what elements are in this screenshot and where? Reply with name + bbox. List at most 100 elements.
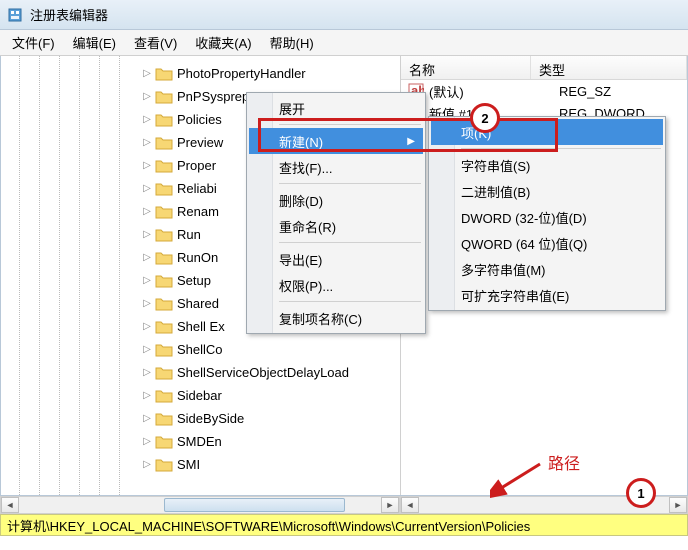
submenu-arrow-icon: ▶ [407, 136, 415, 147]
folder-icon [155, 89, 173, 105]
expander-icon[interactable]: ▷ [141, 206, 153, 218]
expander-icon[interactable]: ▷ [141, 459, 153, 471]
folder-icon [155, 135, 173, 151]
tree-item-label: ShellServiceObjectDelayLoad [177, 365, 349, 380]
tree-item-label: Preview [177, 135, 223, 150]
expander-icon[interactable]: ▷ [141, 183, 153, 195]
value-name: (默认) [429, 82, 559, 101]
folder-icon [155, 411, 173, 427]
ctx-new-dword[interactable]: DWORD (32-位)值(D) [431, 204, 663, 230]
menu-edit[interactable]: 编辑(E) [65, 30, 124, 55]
tree-item[interactable]: ▷ PhotoPropertyHandler [1, 62, 400, 85]
ctx-new[interactable]: 新建(N) ▶ [249, 128, 423, 154]
path-text: 计算机\HKEY_LOCAL_MACHINE\SOFTWARE\Microsof… [7, 516, 530, 535]
ctx-copyname[interactable]: 复制项名称(C) [249, 305, 423, 331]
expander-icon[interactable]: ▷ [141, 367, 153, 379]
expander-icon[interactable]: ▷ [141, 344, 153, 356]
tree-item[interactable]: ▷ SMI [1, 453, 400, 476]
annotation-arrow-icon [490, 458, 550, 498]
expander-icon[interactable]: ▷ [141, 91, 153, 103]
tree-item-label: Proper [177, 158, 216, 173]
ctx-new-label: 新建(N) [279, 132, 323, 151]
folder-icon [155, 457, 173, 473]
folder-icon [155, 204, 173, 220]
tree-hscrollbar[interactable]: ◄ ► [0, 496, 400, 514]
folder-icon [155, 66, 173, 82]
expander-icon[interactable]: ▷ [141, 68, 153, 80]
annotation-path-label: 路径 [548, 450, 580, 474]
folder-icon [155, 319, 173, 335]
menu-view[interactable]: 查看(V) [126, 30, 185, 55]
ctx-find[interactable]: 查找(F)... [249, 154, 423, 180]
expander-icon[interactable]: ▷ [141, 413, 153, 425]
context-menu: 展开 新建(N) ▶ 查找(F)... 删除(D) 重命名(R) 导出(E) 权… [246, 92, 426, 334]
folder-icon [155, 181, 173, 197]
ctx-new-expandstring[interactable]: 可扩充字符串值(E) [431, 282, 663, 308]
ctx-new-key[interactable]: 项(K) [431, 119, 663, 145]
expander-icon[interactable]: ▷ [141, 390, 153, 402]
folder-icon [155, 112, 173, 128]
folder-icon [155, 296, 173, 312]
ctx-permissions[interactable]: 权限(P)... [249, 272, 423, 298]
ctx-expand[interactable]: 展开 [249, 95, 423, 121]
expander-icon[interactable]: ▷ [141, 321, 153, 333]
list-header[interactable]: 名称 类型 [401, 56, 687, 80]
menu-favorites[interactable]: 收藏夹(A) [187, 30, 259, 55]
menubar: 文件(F) 编辑(E) 查看(V) 收藏夹(A) 帮助(H) [0, 30, 688, 56]
statusbar-path: 计算机\HKEY_LOCAL_MACHINE\SOFTWARE\Microsof… [0, 514, 688, 536]
tree-item-label: PhotoPropertyHandler [177, 66, 306, 81]
tree-item-label: Renam [177, 204, 219, 219]
annotation-marker-2: 2 [470, 103, 500, 133]
menu-help[interactable]: 帮助(H) [262, 30, 322, 55]
expander-icon[interactable]: ▷ [141, 275, 153, 287]
menu-file[interactable]: 文件(F) [4, 30, 63, 55]
tree-item-label: SMI [177, 457, 200, 472]
ctx-rename[interactable]: 重命名(R) [249, 213, 423, 239]
folder-icon [155, 273, 173, 289]
window-titlebar: 注册表编辑器 [0, 0, 688, 30]
expander-icon[interactable]: ▷ [141, 436, 153, 448]
tree-item[interactable]: ▷Sidebar [1, 384, 400, 407]
tree-item-label: Setup [177, 273, 211, 288]
tree-item-label: Policies [177, 112, 222, 127]
tree-item[interactable]: ▷ ShellServiceObjectDelayLoad [1, 361, 400, 384]
ctx-new-binary[interactable]: 二进制值(B) [431, 178, 663, 204]
folder-icon [155, 158, 173, 174]
ctx-export[interactable]: 导出(E) [249, 246, 423, 272]
expander-icon[interactable]: ▷ [141, 160, 153, 172]
tree-item-label: Shared [177, 296, 219, 311]
ctx-new-string[interactable]: 字符串值(S) [431, 152, 663, 178]
context-submenu-new: 项(K) 字符串值(S) 二进制值(B) DWORD (32-位)值(D) QW… [428, 116, 666, 311]
scroll-right-button[interactable]: ► [669, 497, 687, 513]
col-header-type[interactable]: 类型 [531, 56, 687, 79]
folder-icon [155, 365, 173, 381]
tree-item[interactable]: ▷ SideBySide [1, 407, 400, 430]
scroll-right-button[interactable]: ► [381, 497, 399, 513]
scroll-left-button[interactable]: ◄ [401, 497, 419, 513]
folder-icon [155, 388, 173, 404]
tree-item-label: SideBySide [177, 411, 244, 426]
tree-item-label: Shell Ex [177, 319, 225, 334]
scroll-thumb[interactable] [164, 498, 345, 512]
ctx-new-multistring[interactable]: 多字符串值(M) [431, 256, 663, 282]
annotation-marker-1: 1 [626, 478, 656, 508]
tree-item[interactable]: ▷SMDEn [1, 430, 400, 453]
col-header-name[interactable]: 名称 [401, 56, 531, 79]
ctx-delete[interactable]: 删除(D) [249, 187, 423, 213]
scroll-left-button[interactable]: ◄ [1, 497, 19, 513]
list-row[interactable]: ab(默认)REG_SZ [401, 80, 687, 102]
folder-icon [155, 342, 173, 358]
tree-item[interactable]: ▷ ShellCo [1, 338, 400, 361]
expander-icon[interactable]: ▷ [141, 298, 153, 310]
tree-item-label: RunOn [177, 250, 218, 265]
value-type: REG_SZ [559, 84, 687, 99]
ctx-new-qword[interactable]: QWORD (64 位)值(Q) [431, 230, 663, 256]
tree-item-label: Run [177, 227, 201, 242]
tree-item-label: ShellCo [177, 342, 223, 357]
expander-icon[interactable]: ▷ [141, 252, 153, 264]
regedit-icon [6, 6, 24, 24]
window-title: 注册表编辑器 [30, 5, 108, 24]
expander-icon[interactable]: ▷ [141, 229, 153, 241]
expander-icon[interactable]: ▷ [141, 137, 153, 149]
expander-icon[interactable]: ▷ [141, 114, 153, 126]
